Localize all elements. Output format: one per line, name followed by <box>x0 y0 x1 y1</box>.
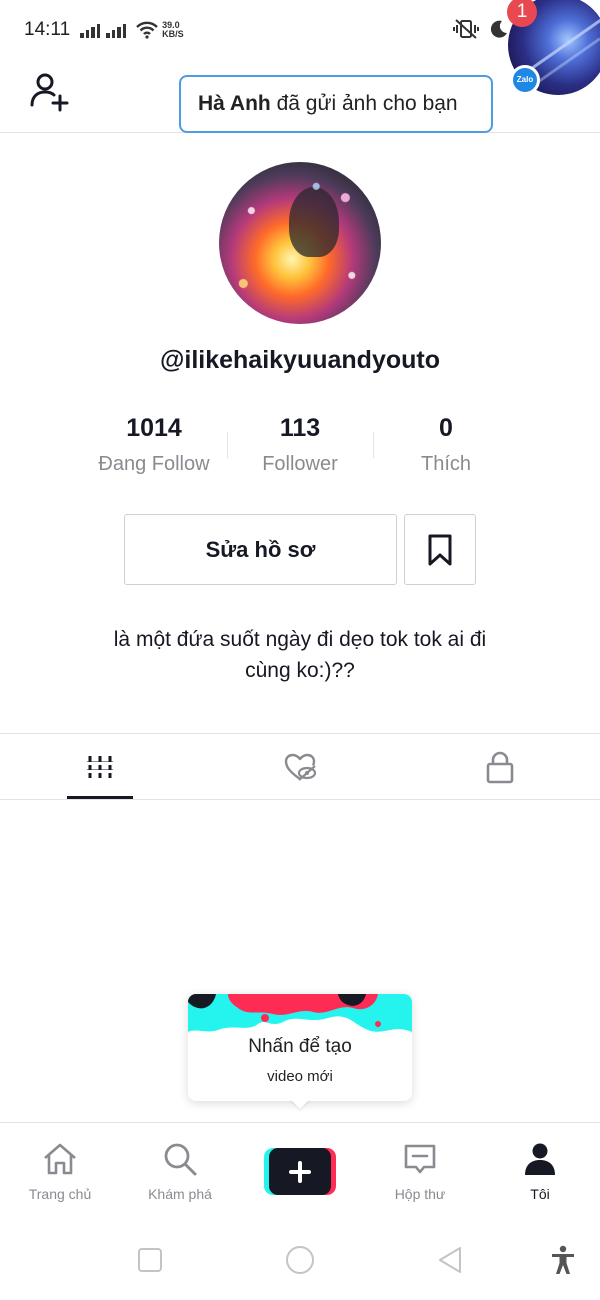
nav-discover[interactable]: Khám phá <box>120 1123 240 1221</box>
recents-icon[interactable] <box>134 1244 166 1276</box>
tab-private[interactable] <box>400 734 600 800</box>
profile-bio: là một đứa suốt ngày đi dẹo tok tok ai đ… <box>60 624 540 686</box>
status-time: 14:11 <box>24 19 71 40</box>
stat-value: 1014 <box>126 414 182 442</box>
profile-avatar[interactable] <box>219 162 381 324</box>
create-video-tooltip[interactable]: Nhấn để tạo video mới <box>188 994 412 1101</box>
create-button[interactable] <box>264 1148 336 1195</box>
bio-line: cùng ko:)?? <box>245 659 355 682</box>
nav-home[interactable]: Trang chủ <box>0 1123 120 1221</box>
nav-profile[interactable]: Tôi <box>480 1123 600 1221</box>
accessibility-icon[interactable] <box>547 1244 579 1276</box>
net-speed-unit: KB/S <box>162 29 184 39</box>
toast-sender: Hà Anh <box>198 92 271 115</box>
message-toast[interactable]: Hà Anh đã gửi ảnh cho bạn <box>179 75 493 133</box>
signal-icon <box>80 22 101 38</box>
stat-label: Follower <box>262 453 338 475</box>
tooltip-subtitle: video mới <box>267 1068 333 1085</box>
top-nav: Hà Anh đã gửi ảnh cho bạn <box>0 60 600 133</box>
nav-label: Hộp thư <box>394 1186 446 1202</box>
bookmark-icon <box>428 534 452 565</box>
inbox-icon <box>404 1144 436 1174</box>
stat-value: 113 <box>279 414 321 442</box>
home-icon <box>44 1143 76 1175</box>
lock-icon <box>486 751 514 784</box>
profile-icon <box>525 1143 555 1175</box>
stat-value: 0 <box>439 414 453 442</box>
nav-label: Tôi <box>530 1186 550 1202</box>
search-icon <box>164 1143 197 1176</box>
stat-label: Đang Follow <box>98 453 210 475</box>
stat-label: Thích <box>420 453 472 475</box>
tooltip-title: Nhấn để tạo <box>248 1036 352 1057</box>
tab-liked[interactable] <box>200 734 400 800</box>
username: @ilikehaikyuuandyouto <box>160 346 440 374</box>
tooltip-decoration <box>188 994 412 1036</box>
stat-following[interactable]: 1014 Đang Follow <box>81 413 227 476</box>
tab-videos[interactable] <box>0 734 200 800</box>
bio-line: là một đứa suốt ngày đi dẹo tok tok ai đ… <box>113 628 487 651</box>
zalo-icon: Zalo <box>510 65 540 95</box>
favorites-button[interactable] <box>404 514 476 585</box>
nav-label: Trang chủ <box>28 1186 92 1202</box>
active-tab-indicator <box>67 796 133 799</box>
profile-tabs <box>0 733 600 800</box>
grid-icon <box>87 754 113 778</box>
edit-profile-button[interactable]: Sửa hồ sơ <box>124 514 397 585</box>
stat-followers[interactable]: 113 Follower <box>227 413 373 476</box>
net-speed: 39.0 KB/S <box>162 21 184 39</box>
nav-inbox[interactable]: Hộp thư <box>360 1123 480 1221</box>
wifi-icon <box>136 21 158 39</box>
nav-label: Khám phá <box>148 1186 212 1202</box>
vibrate-off-icon <box>453 19 479 39</box>
home-button-icon[interactable] <box>284 1244 316 1276</box>
tooltip-arrow <box>290 1099 310 1109</box>
back-icon[interactable] <box>434 1244 466 1276</box>
signal-icon <box>106 22 127 38</box>
stat-likes[interactable]: 0 Thích <box>373 413 519 476</box>
liked-hidden-icon <box>284 753 317 781</box>
moon-icon <box>490 20 507 38</box>
system-nav-bar <box>0 1220 600 1300</box>
add-friend-icon[interactable] <box>28 70 72 114</box>
toast-message: đã gửi ảnh cho bạn <box>270 92 458 115</box>
